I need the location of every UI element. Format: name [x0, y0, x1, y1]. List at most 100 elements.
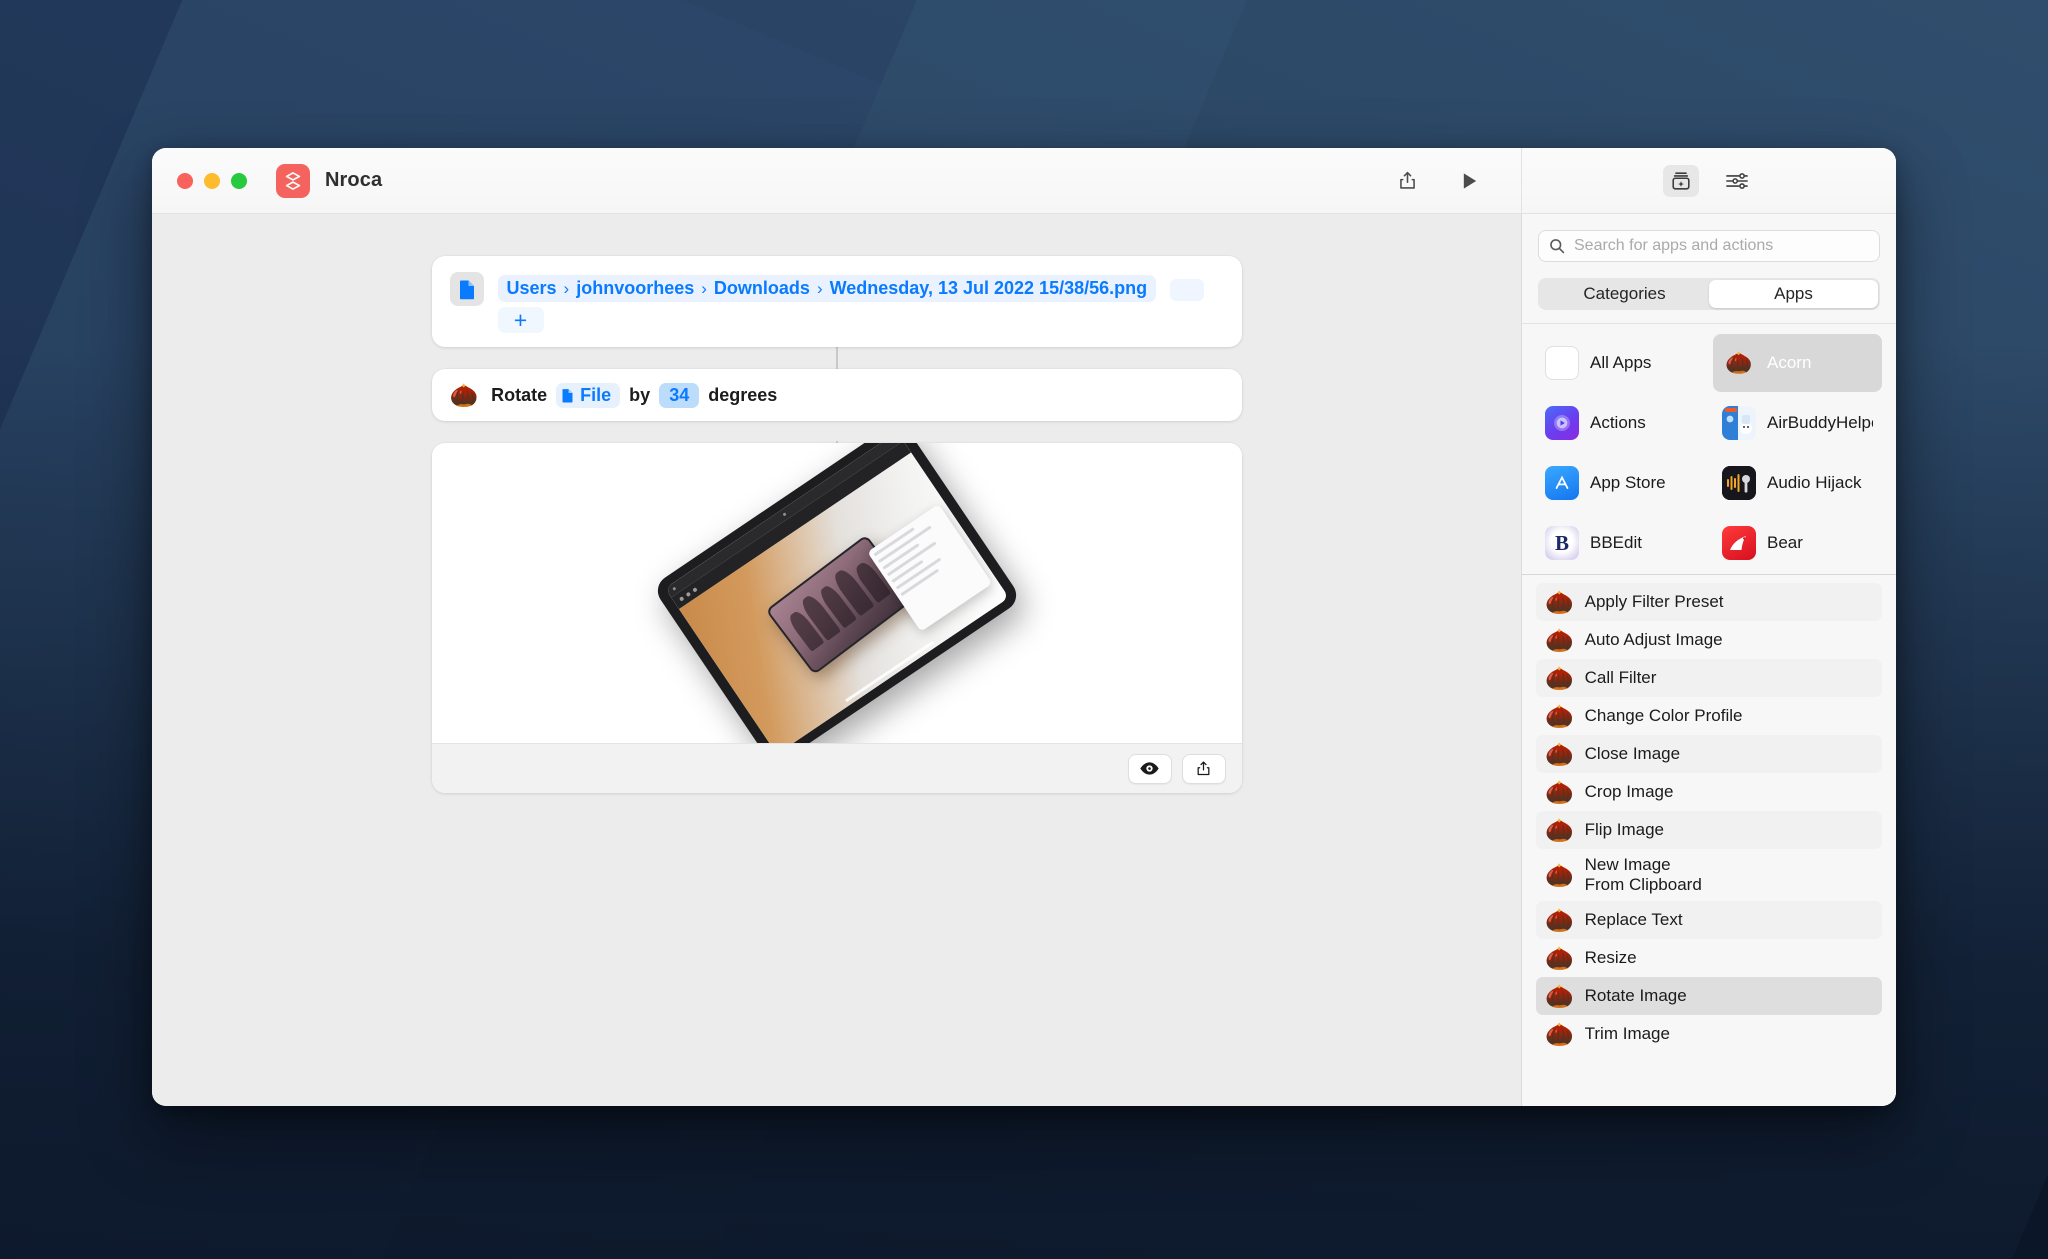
list-item[interactable]: 🌰 New Image From Clipboard — [1536, 849, 1882, 901]
breadcrumb-separator: › — [816, 278, 823, 298]
library-segmented-control: Categories Apps — [1538, 278, 1880, 310]
acorn-icon: 🌰 — [1545, 740, 1574, 767]
preview-card — [431, 443, 1242, 793]
action-label: Close Image — [1584, 744, 1681, 764]
actions-list[interactable]: 🌰 Apply Filter Preset 🌰 Auto Adjust Imag… — [1522, 575, 1896, 1106]
window-titlebar: Nroca — [152, 148, 1896, 214]
app-cell-bettertouch[interactable]: BetterTouch — [1536, 574, 1705, 575]
app-cell-bbedit[interactable]: B BBEdit — [1536, 514, 1705, 572]
ipad-screen — [664, 443, 1009, 743]
eye-icon[interactable] — [1127, 753, 1172, 784]
rotate-action-card[interactable]: 🌰 Rotate File by 34 degrees — [431, 369, 1242, 421]
app-label: Actions — [1590, 413, 1646, 433]
file-icon — [449, 272, 484, 306]
app-label: Audio Hijack — [1767, 473, 1862, 493]
actions-icon — [1545, 406, 1579, 440]
bbedit-icon: B — [1545, 526, 1579, 560]
action-label: Replace Text — [1584, 910, 1683, 930]
app-label: Bear — [1767, 533, 1803, 553]
app-cell-acorn[interactable]: 🌰 Acorn — [1713, 334, 1882, 392]
breadcrumb-segment-downloads[interactable]: Downloads — [714, 278, 810, 299]
play-icon[interactable] — [1451, 165, 1487, 197]
degrees-input[interactable]: 34 — [659, 382, 700, 408]
action-label: Change Color Profile — [1584, 706, 1743, 726]
breadcrumb-separator: › — [701, 278, 707, 298]
titlebar-actions — [1389, 165, 1521, 197]
rotate-label: Rotate — [491, 384, 548, 405]
ipad-home-indicator — [844, 640, 935, 703]
list-item[interactable]: 🌰 Close Image — [1536, 735, 1882, 773]
list-item[interactable]: 🌰 Auto Adjust Image — [1536, 621, 1882, 659]
acorn-icon: 🌰 — [1545, 588, 1574, 615]
action-label: Rotate Image — [1584, 986, 1687, 1006]
app-label: BBEdit — [1590, 533, 1642, 553]
tab-apps[interactable]: Apps — [1709, 280, 1878, 308]
app-cell-airbuddyhelper[interactable]: AirBuddyHelper — [1713, 394, 1882, 452]
app-label: AirBuddyHelper — [1767, 413, 1873, 433]
tab-categories[interactable]: Categories — [1540, 280, 1709, 308]
app-cell-blackmagic[interactable]: Blackmagic — [1713, 574, 1882, 575]
breadcrumb-empty-slot[interactable] — [1169, 278, 1204, 301]
page-title: Nroca — [325, 169, 383, 191]
app-label: Acorn — [1767, 353, 1812, 373]
app-cell-app-store[interactable]: App Store — [1536, 454, 1705, 512]
breadcrumb-segment-users[interactable]: Users — [507, 278, 557, 299]
list-item[interactable]: 🌰 Flip Image — [1536, 811, 1882, 849]
titlebar-right-section — [1522, 148, 1896, 213]
audio-hijack-icon — [1722, 466, 1756, 500]
desktop-background: Nroca Users › johnvoorhees › Downloads ›… — [0, 0, 2048, 1259]
breadcrumb-separator: › — [563, 278, 570, 298]
degrees-label: degrees — [708, 384, 778, 405]
list-item[interactable]: 🌰 Change Color Profile — [1536, 697, 1882, 735]
search-input[interactable]: Search for apps and actions — [1538, 230, 1880, 262]
breadcrumb-segment-user[interactable]: johnvoorhees — [576, 278, 694, 299]
app-store-icon — [1545, 466, 1579, 500]
app-cell-bear[interactable]: Bear — [1713, 514, 1882, 572]
action-label: Flip Image — [1584, 820, 1665, 840]
add-file-button[interactable]: + — [497, 307, 544, 333]
image-preview[interactable] — [431, 443, 1242, 743]
acorn-icon: 🌰 — [1545, 861, 1574, 888]
breadcrumb-wrapper: Users › johnvoorhees › Downloads › Wedne… — [497, 272, 1204, 333]
share-icon[interactable] — [1389, 165, 1425, 197]
action-label: Trim Image — [1584, 1024, 1670, 1044]
acorn-icon: 🌰 — [1545, 944, 1574, 971]
search-zone: Search for apps and actions — [1522, 214, 1896, 262]
list-item[interactable]: 🌰 Resize — [1536, 939, 1882, 977]
apps-scroll-area[interactable]: All Apps 🌰 Acorn Actions AirBuddyHelp Ap… — [1522, 323, 1896, 575]
acorn-icon: 🌰 — [1545, 664, 1574, 691]
rotated-image-artwork — [651, 443, 1022, 743]
search-placeholder: Search for apps and actions — [1574, 237, 1774, 254]
app-cell-actions[interactable]: Actions — [1536, 394, 1705, 452]
list-item-rotate-image[interactable]: 🌰 Rotate Image — [1536, 977, 1882, 1015]
list-item[interactable]: 🌰 Apply Filter Preset — [1536, 583, 1882, 621]
action-flow: Users › johnvoorhees › Downloads › Wedne… — [431, 256, 1242, 793]
breadcrumb[interactable]: Users › johnvoorhees › Downloads › Wedne… — [497, 275, 1157, 302]
list-item[interactable]: 🌰 Replace Text — [1536, 901, 1882, 939]
action-label: Apply Filter Preset — [1584, 592, 1724, 612]
share-icon[interactable] — [1181, 753, 1226, 784]
close-window-button[interactable] — [177, 172, 193, 189]
search-icon — [1549, 238, 1565, 254]
app-cell-audio-hijack[interactable]: Audio Hijack — [1713, 454, 1882, 512]
shortcuts-editor-window: Nroca Users › johnvoorhees › Downloads ›… — [152, 148, 1896, 1106]
file-action-card[interactable]: Users › johnvoorhees › Downloads › Wedne… — [431, 256, 1242, 347]
breadcrumb-segment-filename[interactable]: Wednesday, 13 Jul 2022 15/38/56.png — [830, 278, 1148, 299]
airbuddy-icon — [1722, 406, 1756, 440]
app-label: App Store — [1590, 473, 1666, 493]
list-item[interactable]: 🌰 Crop Image — [1536, 773, 1882, 811]
acorn-icon: 🌰 — [449, 381, 479, 408]
list-item[interactable]: 🌰 Trim Image — [1536, 1015, 1882, 1053]
file-variable-token[interactable]: File — [556, 382, 621, 408]
list-item[interactable]: 🌰 Call Filter — [1536, 659, 1882, 697]
window-body: Users › johnvoorhees › Downloads › Wedne… — [152, 214, 1896, 1106]
acorn-icon: 🌰 — [1545, 1020, 1574, 1047]
apps-grid: All Apps 🌰 Acorn Actions AirBuddyHelp Ap… — [1536, 334, 1882, 575]
acorn-icon: 🌰 — [1545, 906, 1574, 933]
minimize-window-button[interactable] — [204, 172, 220, 189]
sliders-icon[interactable] — [1719, 165, 1755, 197]
action-library-icon[interactable] — [1663, 164, 1699, 197]
maximize-window-button[interactable] — [231, 172, 247, 189]
app-cell-all-apps[interactable]: All Apps — [1536, 334, 1705, 392]
acorn-icon: 🌰 — [1545, 778, 1574, 805]
